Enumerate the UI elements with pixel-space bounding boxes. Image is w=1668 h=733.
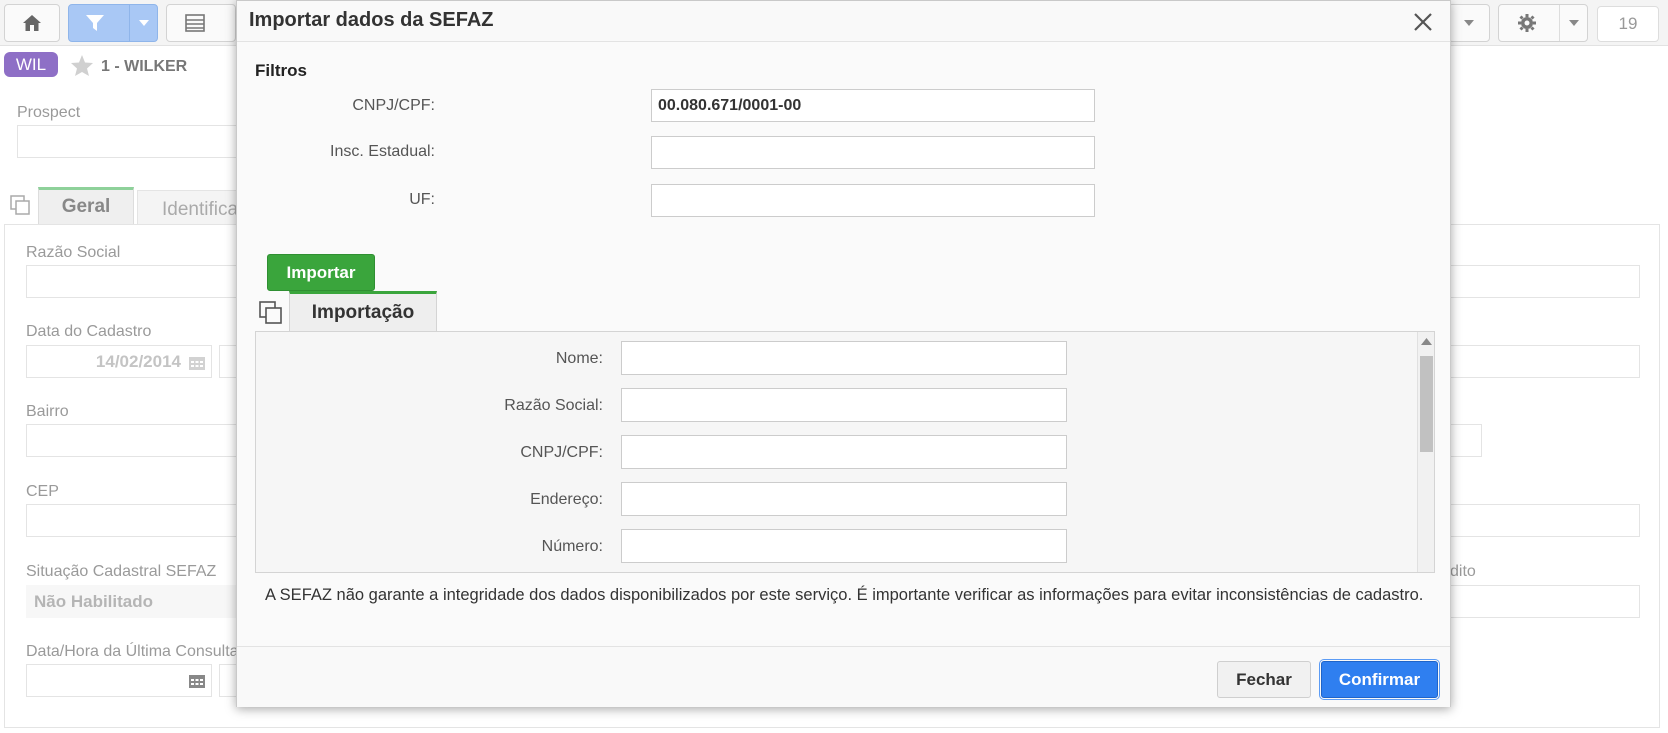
data-cadastro-value: 14/02/2014 <box>95 351 181 371</box>
uf-label: UF: <box>409 191 435 208</box>
right-field-1[interactable] <box>1450 265 1640 298</box>
star-icon[interactable] <box>70 54 94 77</box>
prospect-label: Prospect <box>17 104 81 121</box>
uf-input[interactable] <box>651 184 1095 217</box>
numero-label: Número: <box>541 538 603 555</box>
situacao-label: Situação Cadastral SEFAZ <box>26 563 217 580</box>
credito-label: dito <box>1450 563 1476 580</box>
home-icon <box>23 15 41 31</box>
numero-input[interactable] <box>621 529 1067 563</box>
close-icon[interactable] <box>1409 8 1437 36</box>
razao-social-label: Razão Social: <box>504 397 603 414</box>
data-cadastro-label: Data do Cadastro <box>26 323 152 340</box>
disclaimer-text: A SEFAZ não garante a integridade dos da… <box>265 586 1424 604</box>
gear-icon <box>1518 14 1536 32</box>
scrollbar-thumb[interactable] <box>1420 356 1433 452</box>
endereco-input[interactable] <box>621 482 1067 516</box>
copy-icon[interactable] <box>259 301 283 325</box>
table-icon <box>185 14 205 32</box>
dialog-footer: Fechar Confirmar <box>237 646 1450 707</box>
right-field-5[interactable] <box>1450 585 1640 618</box>
endereco-label: Endereço: <box>530 491 603 508</box>
home-button[interactable] <box>4 4 60 42</box>
nome-input[interactable] <box>621 341 1067 375</box>
scroll-up-icon[interactable] <box>1421 338 1432 345</box>
record-label: 1 - WILKER <box>101 58 188 75</box>
filter-icon <box>86 15 104 31</box>
cnpj-cpf-input[interactable] <box>621 435 1067 469</box>
tab-identificacao[interactable]: Identificação <box>137 190 237 225</box>
dropdown-button[interactable] <box>1448 4 1490 42</box>
bairro-label: Bairro <box>26 403 69 420</box>
list-view-button[interactable] <box>166 4 236 42</box>
close-button[interactable]: Fechar <box>1217 661 1311 698</box>
right-field-4[interactable] <box>1450 504 1640 537</box>
chevron-down-icon[interactable] <box>129 5 157 41</box>
ultima-consulta-label: Data/Hora da Última Consulta <box>26 643 239 660</box>
razao-social-label: Razão Social <box>26 244 121 261</box>
prospect-field[interactable] <box>17 125 241 158</box>
dialog-header: Importar dados da SEFAZ <box>237 1 1450 42</box>
nome-label: Nome: <box>555 350 603 367</box>
insc-estadual-input[interactable] <box>651 136 1095 169</box>
import-panel: Nome: Razão Social: CNPJ/CPF: Endereço: … <box>255 331 1435 573</box>
tenant-badge[interactable]: WIL <box>4 52 58 77</box>
filter-button[interactable] <box>68 4 158 42</box>
razao-social-field[interactable] <box>26 265 240 298</box>
filters-title: Filtros <box>255 61 307 80</box>
dialog-title: Importar dados da SEFAZ <box>249 9 494 31</box>
cnpj-label: CNPJ/CPF: <box>352 97 435 114</box>
razao-social-input[interactable] <box>621 388 1067 422</box>
tab-importacao[interactable]: Importação <box>289 291 437 332</box>
page-count[interactable]: 19 <box>1597 6 1659 42</box>
tab-geral[interactable]: Geral <box>38 187 134 225</box>
data-cadastro-field[interactable]: 14/02/2014 <box>26 345 212 378</box>
sefaz-import-dialog: Importar dados da SEFAZ Filtros CNPJ/CPF… <box>236 0 1451 707</box>
settings-button[interactable] <box>1498 4 1588 42</box>
cep-field[interactable] <box>26 504 240 537</box>
ultima-consulta-field[interactable] <box>26 664 212 697</box>
bairro-field[interactable] <box>26 424 240 457</box>
chevron-down-icon <box>1464 20 1474 26</box>
right-field-2[interactable] <box>1450 345 1640 378</box>
calendar-icon[interactable] <box>188 673 206 689</box>
cnpj-input[interactable] <box>651 89 1095 122</box>
scrollbar[interactable] <box>1417 332 1434 572</box>
right-field-3[interactable] <box>1450 424 1482 457</box>
calendar-icon[interactable] <box>188 355 206 371</box>
situacao-value: Não Habilitado <box>26 585 236 618</box>
cnpj-cpf-label: CNPJ/CPF: <box>520 444 603 461</box>
confirm-button[interactable]: Confirmar <box>1319 659 1440 700</box>
insc-estadual-label: Insc. Estadual: <box>330 143 435 160</box>
import-button[interactable]: Importar <box>267 254 375 291</box>
chevron-down-icon <box>1559 5 1587 41</box>
cep-label: CEP <box>26 483 59 500</box>
copy-icon[interactable] <box>10 195 32 217</box>
